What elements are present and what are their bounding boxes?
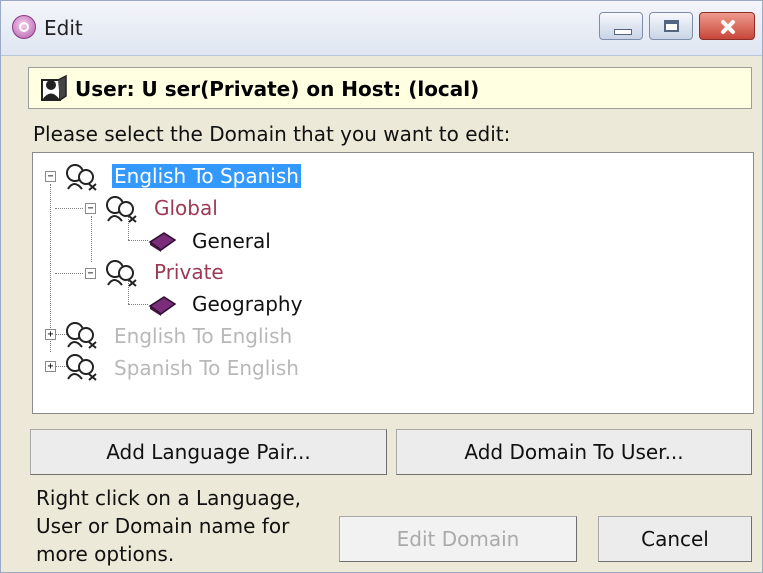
app-icon — [12, 15, 36, 39]
domain-tree[interactable]: − English To Spanish − Global General − — [32, 152, 754, 414]
language-pair-icon — [66, 354, 97, 381]
tree-node-label[interactable]: Global — [154, 196, 218, 220]
maximize-button[interactable] — [649, 12, 693, 40]
tree-node-label[interactable]: English To Spanish — [112, 164, 301, 188]
domain-group-icon — [106, 196, 137, 223]
title-bar[interactable]: Edit — [1, 1, 762, 56]
language-pair-icon — [66, 322, 97, 349]
window-title: Edit — [44, 16, 83, 40]
tree-node-label[interactable]: General — [192, 229, 271, 253]
expand-toggle[interactable]: + — [45, 329, 56, 340]
add-domain-to-user-button[interactable]: Add Domain To User... — [396, 429, 752, 475]
tree-node-label[interactable]: Private — [154, 260, 224, 284]
domain-group-icon — [106, 260, 137, 287]
close-button[interactable] — [699, 12, 755, 40]
collapse-toggle[interactable]: − — [45, 171, 56, 182]
book-icon — [148, 296, 177, 316]
expand-toggle[interactable]: + — [45, 361, 56, 372]
book-icon — [148, 232, 177, 252]
domain-prompt: Please select the Domain that you want t… — [33, 122, 511, 146]
user-info-bar: User: U ser(Private) on Host: (local) — [28, 67, 752, 109]
help-text: Right click on a Language, User or Domai… — [36, 486, 302, 566]
tree-node-label[interactable]: English To English — [114, 324, 292, 348]
minimize-button[interactable] — [599, 12, 643, 40]
tree-node-label[interactable]: Spanish To English — [114, 356, 299, 380]
user-info-text: User: U ser(Private) on Host: (local) — [75, 77, 480, 101]
language-pair-icon — [66, 164, 97, 191]
cancel-button[interactable]: Cancel — [598, 516, 752, 562]
edit-domain-button[interactable]: Edit Domain — [339, 516, 577, 562]
tree-node-label[interactable]: Geography — [192, 292, 302, 316]
user-icon — [41, 74, 67, 101]
add-language-pair-button[interactable]: Add Language Pair... — [30, 429, 387, 475]
collapse-toggle[interactable]: − — [85, 268, 96, 279]
collapse-toggle[interactable]: − — [85, 203, 96, 214]
edit-window: Edit User: U ser(Private) on Host: (loca… — [0, 0, 763, 573]
